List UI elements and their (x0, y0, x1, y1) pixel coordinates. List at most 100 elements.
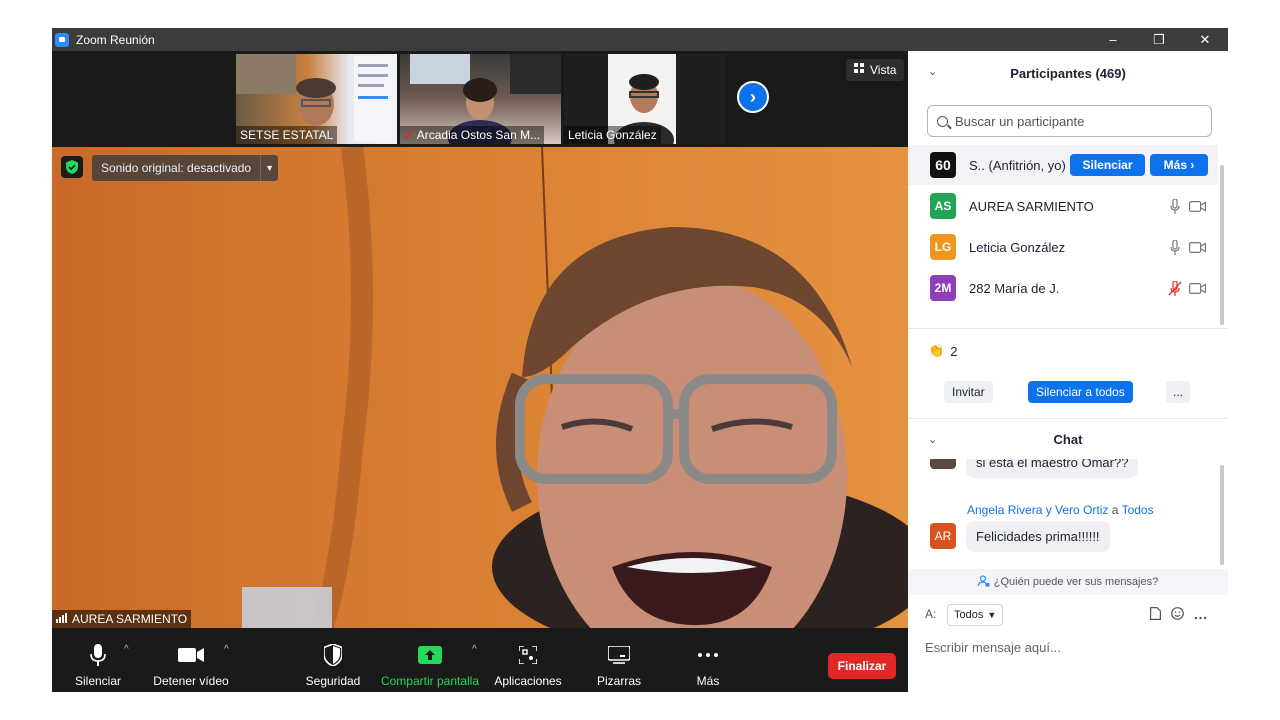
participant-row[interactable]: AS AUREA SARMIENTO (908, 186, 1218, 226)
original-sound-label: Sonido original: desactivado (101, 161, 252, 175)
video-thumbnail[interactable]: Leticia González (564, 54, 725, 144)
chevron-right-icon: › (750, 86, 756, 107)
avatar: AS (930, 193, 956, 219)
invite-button[interactable]: Invitar (944, 381, 993, 403)
close-button[interactable]: ✕ (1182, 28, 1228, 51)
recipient-select[interactable]: Todos ▼ (947, 604, 1004, 626)
chat-header: ⌄ Chat (908, 419, 1228, 459)
security-button[interactable]: Seguridad (304, 642, 362, 688)
chat-sender: Angela Rivera y Vero Ortiz a Todos (967, 503, 1154, 517)
chat-tools (1150, 607, 1207, 623)
participants-title: Participantes (469) (1010, 65, 1126, 81)
thumbnail-name: Leticia González (564, 126, 661, 144)
video-camera-icon[interactable] (1188, 199, 1206, 213)
view-button[interactable]: Vista (846, 59, 905, 81)
stop-video-label: Detener vídeo (153, 674, 229, 688)
view-label: Vista (870, 63, 897, 77)
video-thumbnail[interactable]: SETSE ESTATAL (236, 54, 397, 144)
participants-scrollbar[interactable] (1220, 165, 1224, 325)
meeting-toolbar: Silenciar ^ Detener vídeo ^ Seguridad Co… (52, 628, 908, 692)
security-shield-icon[interactable] (61, 156, 83, 178)
side-panel: ⌄ Participantes (469) Buscar un particip… (908, 51, 1228, 692)
end-meeting-button[interactable]: Finalizar (828, 653, 896, 679)
more-dots-icon[interactable] (1194, 608, 1207, 623)
who-can-see-label: ¿Quién puede ver sus mensajes? (993, 576, 1159, 588)
next-page-button[interactable]: › (737, 81, 769, 113)
grid-icon (854, 63, 865, 77)
video-camera-icon[interactable] (1188, 281, 1206, 295)
divider (908, 328, 1228, 329)
stop-video-button[interactable]: Detener vídeo ^ (152, 642, 230, 688)
microphone-icon (90, 642, 106, 668)
participant-name: S.. (Anfitrión, yo) (969, 157, 1066, 173)
video-thumbnail[interactable]: ✗ Arcadia Ostos San M... (400, 54, 561, 144)
participant-row[interactable]: LG Leticia González (908, 227, 1218, 267)
chevron-down-icon[interactable]: ⌄ (928, 65, 937, 78)
zoom-window: Zoom Reunión – ❐ ✕ SETSE ESTATAL ✗ Arcad… (52, 28, 1228, 692)
chevron-up-icon[interactable]: ^ (124, 644, 129, 655)
microphone-icon[interactable] (1168, 239, 1182, 255)
whiteboards-label: Pizarras (596, 674, 641, 688)
signal-bars-icon (56, 612, 68, 626)
participant-row[interactable]: 2M 282 María de J. (908, 268, 1218, 308)
user-lock-icon (977, 574, 990, 590)
sender-to-word: a (1111, 503, 1119, 517)
whiteboards-button[interactable]: Pizarras (592, 642, 646, 688)
thumbnail-name-text: Arcadia Ostos San M... (416, 128, 541, 142)
restore-button[interactable]: ❐ (1136, 28, 1182, 51)
security-label: Seguridad (305, 674, 361, 688)
participant-more-button[interactable]: Más › (1150, 154, 1208, 176)
title-bar: Zoom Reunión – ❐ ✕ (52, 28, 1228, 51)
mute-participant-button[interactable]: Silenciar (1070, 154, 1145, 176)
chat-title: Chat (1053, 431, 1083, 447)
minimize-button[interactable]: – (1090, 28, 1136, 51)
main-speaker-video: Sonido original: desactivado ▼ AUREA SAR… (52, 147, 908, 628)
mute-all-button[interactable]: Silenciar a todos (1028, 381, 1133, 403)
video-camera-icon (178, 642, 204, 668)
emoji-icon[interactable] (1171, 607, 1184, 623)
muted-microphone-icon[interactable] (1168, 280, 1182, 296)
avatar: AR (930, 523, 956, 549)
chevron-up-icon[interactable]: ^ (224, 644, 229, 655)
reaction-counter: 👏 2 (928, 343, 957, 359)
share-screen-button[interactable]: Compartir pantalla ^ (380, 642, 480, 688)
to-label: A: (925, 607, 937, 621)
chat-message: si esta el maestro Omar?? (966, 459, 1139, 478)
whiteboard-icon (608, 642, 630, 668)
participant-name: 282 María de J. (969, 280, 1060, 296)
search-icon (937, 115, 948, 127)
file-icon[interactable] (1150, 607, 1161, 623)
who-can-see-messages[interactable]: ¿Quién puede ver sus mensajes? (908, 569, 1228, 595)
reaction-count: 2 (950, 343, 958, 359)
participants-header: ⌄ Participantes (469) (908, 51, 1228, 95)
security-shield-icon (324, 642, 342, 668)
original-sound-toggle[interactable]: Sonido original: desactivado ▼ (92, 155, 279, 181)
chat-scrollbar[interactable] (1220, 465, 1224, 565)
more-label: Más (696, 674, 720, 688)
apps-button[interactable]: Aplicaciones (492, 642, 564, 688)
chevron-up-icon[interactable]: ^ (472, 644, 477, 655)
thumbnail-name: ✗ Arcadia Ostos San M... (400, 126, 545, 144)
chat-input[interactable]: Escribir mensaje aquí... (925, 640, 1061, 655)
participant-name: Leticia González (969, 239, 1066, 255)
more-button[interactable]: Más (688, 642, 728, 688)
recipient-name: Todos (1121, 503, 1154, 517)
chevron-down-icon[interactable]: ▼ (260, 155, 278, 181)
search-placeholder: Buscar un participante (955, 113, 1085, 129)
avatar: 2M (930, 275, 956, 301)
mute-button[interactable]: Silenciar ^ (72, 642, 129, 688)
share-screen-icon (418, 642, 442, 668)
video-area: SETSE ESTATAL ✗ Arcadia Ostos San M... L… (52, 51, 908, 628)
thumbnail-strip: SETSE ESTATAL ✗ Arcadia Ostos San M... L… (52, 51, 908, 147)
more-dots-icon (697, 642, 719, 668)
recipient-value: Todos (954, 609, 984, 621)
more-options-button[interactable]: ... (1166, 381, 1190, 403)
window-title: Zoom Reunión (76, 32, 155, 47)
participant-search-input[interactable]: Buscar un participante (927, 105, 1212, 137)
clapping-hands-icon: 👏 (928, 343, 945, 358)
chevron-down-icon[interactable]: ⌄ (928, 433, 937, 446)
video-camera-icon[interactable] (1188, 240, 1206, 254)
participant-row[interactable]: 60 S.. (Anfitrión, yo) Silenciar Más › (908, 145, 1218, 185)
microphone-icon[interactable] (1168, 198, 1182, 214)
speaker-name-tag: AUREA SARMIENTO (52, 610, 192, 628)
